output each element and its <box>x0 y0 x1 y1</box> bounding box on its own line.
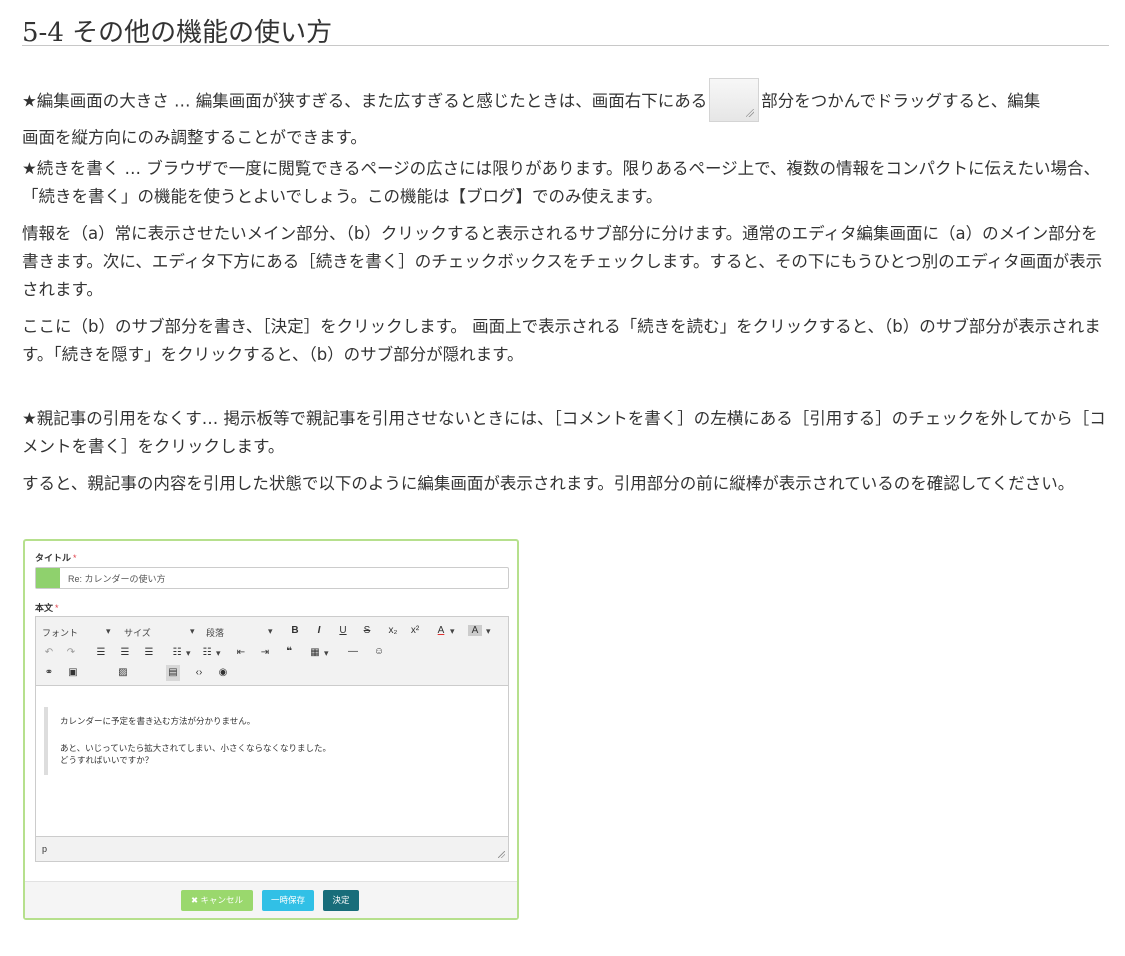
body-label-text: 本文 <box>35 603 54 613</box>
submit-button[interactable]: 決定 <box>323 890 359 911</box>
paragraph-quote-display: すると、親記事の内容を引用した状態で以下のように編集画面が表示されます。引用部分… <box>22 474 1075 493</box>
temp-save-button[interactable]: 一時保存 <box>262 890 314 911</box>
editor-toolbar: フォント ▾ サイズ ▾ 段落 ▾ B I U S x₂ x² A ▾ A ▾ … <box>36 617 508 686</box>
align-left-icon[interactable]: ☰ <box>94 647 108 658</box>
align-right-icon[interactable]: ☰ <box>142 647 156 658</box>
resize-grip-sample-image <box>709 78 760 122</box>
blockquote-icon[interactable]: ❝ <box>282 646 296 657</box>
quote-bar <box>44 707 48 775</box>
paragraph-text: ★編集画面の大きさ … 編集画面が狭すぎる、また広すぎると感じたときは、画面右下… <box>22 91 708 111</box>
table-icon[interactable]: ▦ <box>308 647 322 658</box>
chevron-down-icon: ▾ <box>450 626 455 636</box>
paragraph-sub-part: ここに（b）のサブ部分を書き、［決定］をクリックします。 画面上で表示される「続… <box>22 317 1101 364</box>
font-color-button[interactable]: A <box>434 625 448 636</box>
page-title: 5-4 その他の機能の使い方 <box>22 18 333 48</box>
title-color-bar <box>36 568 60 588</box>
horizontal-rule-icon[interactable]: — <box>346 646 360 657</box>
size-select[interactable]: サイズ <box>124 626 151 639</box>
media-icon[interactable]: ▣ <box>66 667 80 678</box>
title-input-value: Re: カレンダーの使い方 <box>68 574 166 584</box>
bg-color-button[interactable]: A <box>468 625 482 636</box>
numbered-list-icon[interactable]: ☷ <box>200 647 214 658</box>
paragraph-remove-quote: ★親記事の引用をなくす… 掲示板等で親記事を引用させないときには、［コメントを書… <box>22 409 1106 456</box>
source-code-icon[interactable]: ‹› <box>192 667 206 678</box>
chevron-down-icon: ▾ <box>106 626 111 636</box>
format-select[interactable]: 段落 <box>206 626 224 639</box>
editor-screenshot: タイトル * Re: カレンダーの使い方 本文 * フォント ▾ サイズ ▾ 段落 … <box>23 539 519 920</box>
form-footer: ✖ キャンセル 一時保存 決定 <box>25 881 517 918</box>
italic-button[interactable]: I <box>312 625 326 636</box>
format-select-label: 段落 <box>206 628 225 638</box>
font-select[interactable]: フォント <box>42 626 78 639</box>
element-path: p <box>42 844 48 854</box>
resize-grip-icon[interactable] <box>498 851 505 858</box>
subscript-button[interactable]: x₂ <box>386 625 400 636</box>
paste-icon[interactable]: ▤ <box>166 665 180 681</box>
undo-icon[interactable]: ↶ <box>42 647 56 658</box>
editor-statusbar: p <box>36 836 508 861</box>
section-heading: 5-4 その他の機能の使い方 <box>22 10 1109 48</box>
chevron-down-icon: ▾ <box>216 648 221 658</box>
link-icon[interactable]: ⚭ <box>42 667 56 678</box>
outdent-icon[interactable]: ⇤ <box>234 647 248 658</box>
chevron-down-icon: ▾ <box>486 626 491 636</box>
redo-icon[interactable]: ↷ <box>64 647 78 658</box>
chevron-down-icon: ▾ <box>324 648 329 658</box>
image-icon[interactable]: ▨ <box>116 667 130 678</box>
quote-line: あと、いじっていたら拡大されてしまい、小さくならなくなりました。 <box>60 743 331 753</box>
superscript-button[interactable]: x² <box>408 625 422 636</box>
paragraph-text: 部分をつかんでドラッグすると、編集 <box>761 91 1041 111</box>
emoji-icon[interactable]: ☺ <box>372 646 386 657</box>
required-mark: * <box>73 553 77 563</box>
title-label-text: タイトル <box>35 553 72 563</box>
underline-button[interactable]: U <box>336 625 350 636</box>
rich-text-editor[interactable]: フォント ▾ サイズ ▾ 段落 ▾ B I U S x₂ x² A ▾ A ▾ … <box>35 616 509 862</box>
chevron-down-icon: ▾ <box>190 626 195 636</box>
paragraph-editor-size: ★編集画面の大きさ … 編集画面が狭すぎる、また広すぎると感じたときは、画面右下… <box>22 78 1112 152</box>
font-select-label: フォント <box>42 628 79 638</box>
quote-line: どうすればいいですか？ <box>60 755 154 765</box>
quote-line: カレンダーに予定を書き込む方法が分かりません。 <box>60 716 256 726</box>
align-center-icon[interactable]: ☰ <box>118 647 132 658</box>
required-mark: * <box>55 603 59 613</box>
preview-eye-icon[interactable]: ◉ <box>216 667 230 678</box>
title-input[interactable]: Re: カレンダーの使い方 <box>35 567 509 589</box>
bold-button[interactable]: B <box>288 625 302 636</box>
size-select-label: サイズ <box>124 628 151 638</box>
indent-icon[interactable]: ⇥ <box>258 647 272 658</box>
paragraph-split-info: 情報を（a）常に表示させたいメイン部分、（b）クリックすると表示されるサブ部分に… <box>22 224 1103 299</box>
bullet-list-icon[interactable]: ☷ <box>170 647 184 658</box>
paragraph-text: 画面を縦方向にのみ調整することができます。 <box>22 128 367 147</box>
title-label: タイトル * <box>35 551 77 564</box>
strikethrough-button[interactable]: S <box>360 625 374 636</box>
body-label: 本文 * <box>35 601 59 614</box>
chevron-down-icon: ▾ <box>268 626 273 636</box>
cancel-button[interactable]: ✖ キャンセル <box>181 890 253 911</box>
chevron-down-icon: ▾ <box>186 648 191 658</box>
paragraph-continue: ★続きを書く … ブラウザで一度に閲覧できるページの広さには限りがあります。限り… <box>22 159 1100 206</box>
